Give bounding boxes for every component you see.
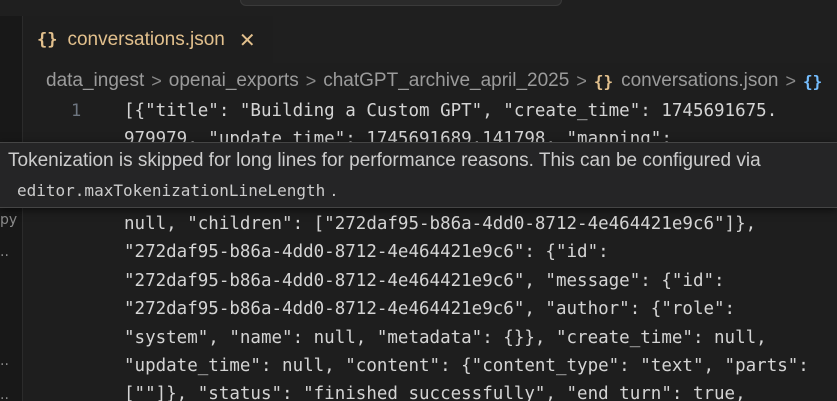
breadcrumb-item-data-ingest[interactable]: data_ingest	[46, 70, 144, 92]
json-braces-icon: {}	[593, 71, 614, 91]
code-line[interactable]: "272daf95-b86a-4dd0-8712-4e464421e9c6": …	[124, 242, 609, 262]
close-icon[interactable]: ✕	[239, 28, 256, 52]
command-center[interactable]	[240, 0, 562, 6]
tooltip-period: .	[331, 180, 337, 201]
chevron-right-icon: >	[576, 70, 587, 91]
tab-bar: {} conversations.json ✕	[23, 16, 837, 63]
code-line[interactable]: [{"title": "Building a Custom GPT", "cre…	[124, 101, 777, 121]
sidebar-item-fragment[interactable]: ..	[0, 353, 9, 369]
title-bar	[0, 0, 837, 16]
chevron-right-icon: >	[785, 70, 796, 91]
sidebar-item-fragment[interactable]: ..	[0, 387, 9, 401]
code-line[interactable]: "update_time": null, "content": {"conten…	[124, 356, 809, 376]
tooltip-message: Tokenization is skipped for long lines f…	[8, 150, 761, 171]
code-line[interactable]: "272daf95-b86a-4dd0-8712-4e464421e9c6", …	[124, 271, 725, 291]
tab-conversations-json[interactable]: {} conversations.json ✕	[23, 16, 273, 63]
json-braces-icon: {}	[37, 29, 58, 50]
setting-name[interactable]: editor.maxTokenizationLineLength	[17, 181, 325, 200]
json-object-symbol-icon[interactable]: {}	[803, 72, 822, 91]
sidebar-item-fragment[interactable]: py	[0, 212, 17, 228]
code-line[interactable]: null, "children": ["272daf95-b86a-4dd0-8…	[124, 214, 756, 234]
line-number: 1	[71, 101, 82, 121]
tab-label: conversations.json	[67, 28, 225, 50]
sidebar-item-fragment[interactable]: ..	[0, 244, 9, 260]
tooltip-setting-link[interactable]: editor.maxTokenizationLineLength.	[17, 180, 337, 202]
explorer-sidebar: py .. .. ..	[0, 16, 23, 401]
code-line[interactable]: [""]}, "status": "finished_successfully"…	[124, 384, 746, 401]
code-line[interactable]: "272daf95-b86a-4dd0-8712-4e464421e9c6", …	[124, 299, 735, 319]
breadcrumb-item-conversations-json[interactable]: conversations.json	[621, 70, 778, 92]
breadcrumb: data_ingest > openai_exports > chatGPT_a…	[46, 68, 828, 94]
code-line[interactable]: "system", "name": null, "metadata": {}},…	[124, 328, 767, 348]
breadcrumb-item-chatgpt-archive[interactable]: chatGPT_archive_april_2025	[323, 70, 569, 92]
breadcrumb-item-openai-exports[interactable]: openai_exports	[169, 70, 299, 92]
hover-tooltip: Tokenization is skipped for long lines f…	[0, 142, 837, 208]
vscode-window: py .. .. .. {} conversations.json ✕ data…	[0, 0, 837, 401]
chevron-right-icon: >	[305, 70, 317, 91]
chevron-right-icon: >	[151, 70, 162, 91]
